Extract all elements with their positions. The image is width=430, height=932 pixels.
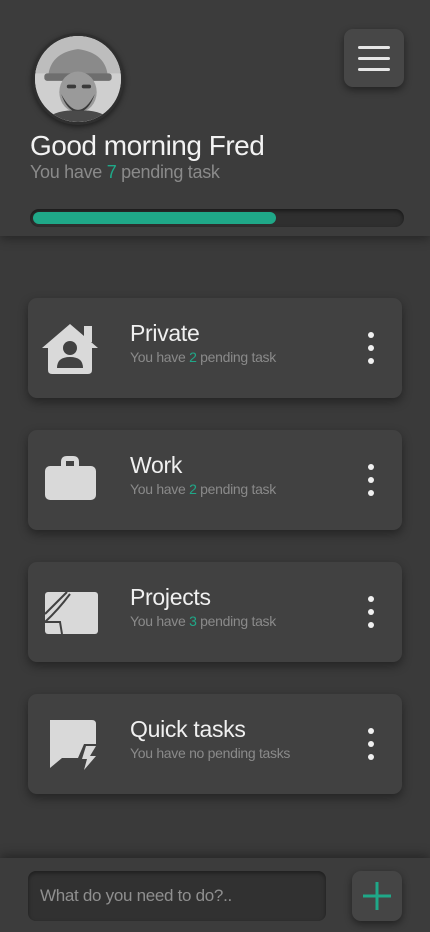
pending-summary: You have 7 pending task — [30, 162, 220, 183]
footer-bar — [0, 858, 430, 932]
plus-icon — [363, 882, 391, 910]
category-card-work[interactable]: Work You have 2 pending task — [28, 430, 402, 530]
hamburger-icon-line — [358, 56, 390, 60]
hamburger-icon-line — [358, 67, 390, 71]
new-task-input[interactable] — [28, 871, 326, 921]
category-subtitle-prefix: You have — [130, 613, 190, 629]
category-card-projects[interactable]: Projects You have 3 pending task — [28, 562, 402, 662]
menu-button[interactable] — [344, 29, 404, 87]
category-subtitle-suffix: pending task — [196, 349, 276, 365]
more-options-icon[interactable] — [360, 728, 382, 760]
category-count: 3 — [189, 613, 197, 629]
category-card-quick-tasks[interactable]: Quick tasks You have no pending tasks — [28, 694, 402, 794]
avatar[interactable] — [32, 33, 124, 125]
pending-summary-prefix: You have — [30, 162, 107, 182]
hamburger-icon-line — [358, 45, 390, 49]
category-subtitle: You have 2 pending task — [130, 481, 276, 497]
category-title: Quick tasks — [130, 716, 246, 742]
briefcase-icon — [40, 452, 100, 508]
pending-count: 7 — [106, 162, 117, 182]
category-title: Work — [130, 452, 183, 478]
category-count: 2 — [189, 349, 197, 365]
category-count: 2 — [189, 481, 197, 497]
category-subtitle: You have no pending tasks — [130, 745, 291, 761]
chat-bolt-icon — [40, 716, 100, 772]
category-subtitle: You have 3 pending task — [130, 613, 276, 629]
progress-bar — [30, 209, 404, 227]
add-task-button[interactable] — [352, 871, 402, 921]
greeting-title: Good morning Fred — [30, 130, 265, 161]
category-title: Projects — [130, 584, 211, 610]
category-subtitle: You have 2 pending task — [130, 349, 276, 365]
progress-bar-fill — [33, 212, 276, 224]
category-subtitle-suffix: pending task — [196, 613, 276, 629]
house-person-icon — [40, 320, 100, 376]
category-subtitle-suffix: pending task — [196, 481, 276, 497]
more-options-icon[interactable] — [360, 596, 382, 628]
more-options-icon[interactable] — [360, 332, 382, 364]
header: Good morning Fred You have 7 pending tas… — [0, 0, 430, 236]
category-title: Private — [130, 320, 200, 346]
category-card-private[interactable]: Private You have 2 pending task — [28, 298, 402, 398]
category-subtitle-prefix: You have — [130, 481, 190, 497]
category-subtitle-prefix: You have — [130, 349, 190, 365]
folder-page-icon — [40, 584, 100, 640]
avatar-photo — [35, 36, 121, 122]
pending-summary-suffix: pending task — [116, 162, 220, 182]
more-options-icon[interactable] — [360, 464, 382, 496]
